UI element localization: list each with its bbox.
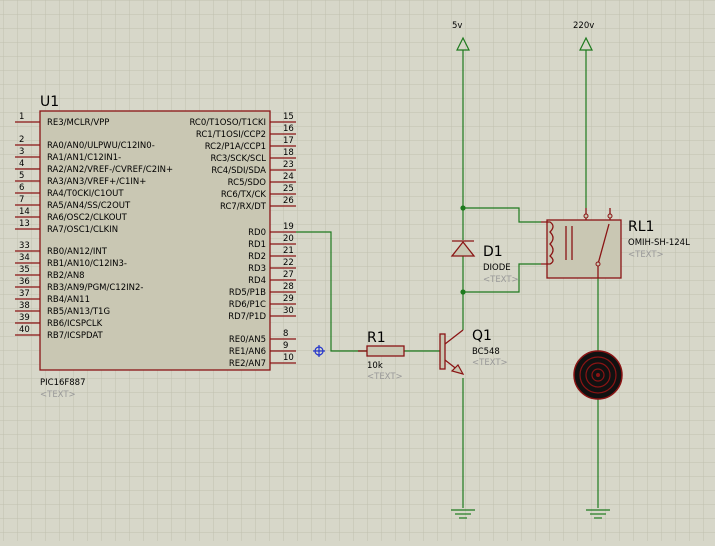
- pin-number: 8: [283, 329, 288, 339]
- pin-number: 4: [19, 159, 24, 169]
- pin-number: 7: [19, 195, 24, 205]
- pin-label: RA7/OSC1/CLKIN: [47, 225, 118, 235]
- power-5v-label: 5v: [452, 21, 462, 31]
- junction-dot: [460, 205, 466, 211]
- r1-value-label: 10k: [367, 361, 383, 371]
- pin-label: RA2/AN2/VREF-/CVREF/C2IN+: [47, 165, 173, 175]
- power-220v-label: 220v: [573, 21, 594, 31]
- pin-number: 34: [19, 253, 30, 263]
- schematic-canvas[interactable]: U1 1 RE3/MCLR/VPP 2 RA0/AN0/ULPWU/C12IN0- 3 R…: [0, 0, 715, 541]
- pin-label: RC6/TX/CK: [221, 190, 267, 200]
- mcu-text-placeholder: <TEXT>: [40, 390, 76, 400]
- pin-number: 1: [19, 112, 24, 122]
- d1-value-label: DIODE: [483, 263, 511, 273]
- pin-number: 27: [283, 270, 294, 280]
- mcu-u1[interactable]: U1 1 RE3/MCLR/VPP 2 RA0/AN0/ULPWU/C12IN0- 3 R…: [15, 94, 296, 400]
- pin-label: RD5/P1B: [229, 288, 266, 298]
- rl1-ref-label: RL1: [628, 219, 654, 235]
- pin-number: 13: [19, 219, 30, 229]
- pin-label: RC2/P1A/CCP1: [205, 142, 266, 152]
- pin-number: 10: [283, 353, 294, 363]
- pin-number: 23: [283, 160, 294, 170]
- mcu-part-label: PIC16F887: [40, 378, 86, 388]
- pin-number: 5: [19, 171, 24, 181]
- pin-number: 3: [19, 147, 24, 157]
- junction-dot: [460, 289, 466, 295]
- q1-ref-label: Q1: [472, 328, 492, 344]
- pin-number: 33: [19, 241, 30, 251]
- pin-number: 14: [19, 207, 30, 217]
- transistor-base-bar: [439, 333, 446, 370]
- pin-number: 39: [19, 313, 30, 323]
- pin-label: RB2/AN8: [47, 271, 85, 281]
- pin-label: RB4/AN11: [47, 295, 90, 305]
- pin-label: RA4/T0CKI/C1OUT: [47, 189, 124, 199]
- pin-number: 35: [19, 265, 30, 275]
- pin-label: RC4/SDI/SDA: [211, 166, 266, 176]
- pin-number: 20: [283, 234, 294, 244]
- pin-number: 9: [283, 341, 288, 351]
- pin-label: RE1/AN6: [229, 347, 266, 357]
- pin-label: RD7/P1D: [228, 312, 266, 322]
- pin-label: RC0/T1OSO/T1CKI: [189, 118, 266, 128]
- pin-label: RA1/AN1/C12IN1-: [47, 153, 121, 163]
- d1-text-placeholder: <TEXT>: [483, 275, 519, 285]
- pin-number: 15: [283, 112, 294, 122]
- pin-label: RA6/OSC2/CLKOUT: [47, 213, 128, 223]
- pin-label: RA3/AN3/VREF+/C1IN+: [47, 177, 146, 187]
- q1-text-placeholder: <TEXT>: [472, 358, 508, 368]
- pin-number: 6: [19, 183, 24, 193]
- pin-label: RB5/AN13/T1G: [47, 307, 110, 317]
- pin-number: 21: [283, 246, 294, 256]
- pin-number: 24: [283, 172, 294, 182]
- pin-number: 25: [283, 184, 294, 194]
- relay-body: [546, 219, 622, 279]
- pin-label: RE0/AN5: [229, 335, 266, 345]
- mcu-ref-label: U1: [40, 94, 59, 110]
- pin-number: 19: [283, 222, 294, 232]
- pin-label: RB7/ICSPDAT: [47, 331, 104, 341]
- rl1-value-label: OMIH-SH-124L: [628, 238, 690, 248]
- pin-label: RD1: [248, 240, 266, 250]
- pin-label: RC5/SDO: [228, 178, 267, 188]
- pin-label: RD6/P1C: [229, 300, 266, 310]
- pin-label: RB6/ICSPCLK: [47, 319, 103, 329]
- pin-number: 29: [283, 294, 294, 304]
- pin-number: 40: [19, 325, 30, 335]
- pin-number: 22: [283, 258, 294, 268]
- pin-number: 16: [283, 124, 294, 134]
- d1-ref-label: D1: [483, 244, 503, 260]
- pin-label: RC1/T1OSI/CCP2: [196, 130, 266, 140]
- pin-label: RB0/AN12/INT: [47, 247, 108, 257]
- pin-number: 18: [283, 148, 294, 158]
- q1-value-label: BC548: [472, 347, 500, 357]
- pin-label: RD0: [248, 228, 266, 238]
- pin-label: RE3/MCLR/VPP: [47, 118, 109, 128]
- motor[interactable]: [573, 350, 623, 400]
- pin-label: RD4: [248, 276, 266, 286]
- pin-label: RD2: [248, 252, 266, 262]
- pin-number: 26: [283, 196, 294, 206]
- resistor-body: [366, 345, 405, 357]
- pin-number: 38: [19, 301, 30, 311]
- pin-number: 17: [283, 136, 294, 146]
- pin-label: RD3: [248, 264, 266, 274]
- pin-label: RA0/AN0/ULPWU/C12IN0-: [47, 141, 155, 151]
- pin-label: RE2/AN7: [229, 359, 266, 369]
- pin-number: 30: [283, 306, 294, 316]
- r1-ref-label: R1: [367, 330, 386, 346]
- pin-number: 36: [19, 277, 30, 287]
- pin-label: RC7/RX/DT: [220, 202, 267, 212]
- rl1-text-placeholder: <TEXT>: [628, 250, 664, 260]
- pin-number: 28: [283, 282, 294, 292]
- pin-label: RC3/SCK/SCL: [210, 154, 266, 164]
- pin-number: 2: [19, 135, 24, 145]
- pin-label: RB3/AN9/PGM/C12IN2-: [47, 283, 143, 293]
- r1-text-placeholder: <TEXT>: [367, 372, 403, 382]
- pin-label: RB1/AN10/C12IN3-: [47, 259, 127, 269]
- pin-label: RA5/AN4/SS/C2OUT: [47, 201, 131, 211]
- pin-number: 37: [19, 289, 30, 299]
